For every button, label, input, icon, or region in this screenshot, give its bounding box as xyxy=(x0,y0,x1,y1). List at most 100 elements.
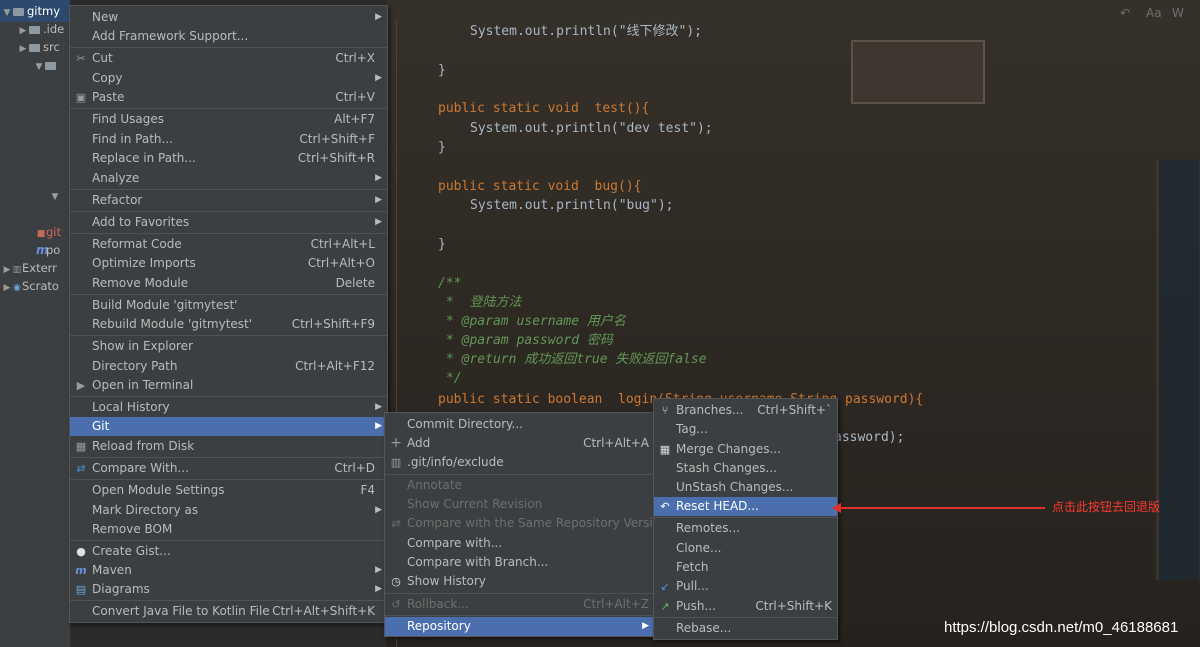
code-comment: * @param password 密码 xyxy=(446,333,613,348)
menu-item-local-history[interactable]: Local History ▶ xyxy=(70,398,387,417)
tree-item-src[interactable]: ▶ src xyxy=(18,38,60,56)
chevron-down-icon[interactable]: ▼ xyxy=(50,188,60,206)
menu-item-open-in-terminal[interactable]: ▶ Open in Terminal xyxy=(70,376,387,395)
menu-item-create-gist[interactable]: ● Create Gist... xyxy=(70,542,387,561)
chevron-right-icon: ▶ xyxy=(375,173,382,183)
menu-item-optimize-imports[interactable]: Optimize Imports Ctrl+Alt+O xyxy=(70,254,387,273)
background-lamp xyxy=(851,40,985,104)
code-line: } xyxy=(438,63,446,78)
menu-item-replace-in-path[interactable]: Replace in Path... Ctrl+Shift+R xyxy=(70,149,387,168)
menu-item-merge-changes[interactable]: ▦ Merge Changes... xyxy=(654,440,837,459)
tree-item-idea[interactable]: ▶ .ide xyxy=(18,20,65,38)
menu-item-copy[interactable]: Copy ▶ xyxy=(70,69,387,88)
menu-item-branches[interactable]: ⑂ Branches... Ctrl+Shift+` xyxy=(654,401,837,420)
menu-item-rebuild-module[interactable]: Rebuild Module 'gitmytest' Ctrl+Shift+F9 xyxy=(70,315,387,334)
chevron-right-icon: ▶ xyxy=(375,421,382,431)
menu-item-add[interactable]: + Add Ctrl+Alt+A xyxy=(385,434,654,453)
terminal-icon: ▶ xyxy=(76,379,86,392)
tree-item-label: Exterr xyxy=(22,261,57,275)
menu-item-show-history[interactable]: ◷ Show History xyxy=(385,572,654,591)
code-line: } xyxy=(438,140,446,155)
menu-item-mark-directory-as[interactable]: Mark Directory as ▶ xyxy=(70,501,387,520)
tree-item-folder[interactable]: ▼ xyxy=(34,56,59,74)
project-tree-panel: ▼ gitmy ▶ .ide ▶ src ▼ ▼ ■git mpo ▶ ▥Exterr … xyxy=(0,0,70,647)
annotation-arrow-line xyxy=(840,507,1045,509)
menu-item-compare-with-branch[interactable]: Compare with Branch... xyxy=(385,553,654,572)
menu-item-rollback[interactable]: ↺ Rollback... Ctrl+Alt+Z xyxy=(385,595,654,614)
editor-toolbar: ↶ Aa W ≡ ▼ xyxy=(1106,6,1200,22)
tree-root[interactable]: ▼ gitmy xyxy=(2,2,60,20)
chevron-right-icon[interactable]: ▶ xyxy=(18,40,28,58)
tree-item-external-libraries[interactable]: ▶ ▥Exterr xyxy=(2,259,57,277)
chevron-down-icon[interactable]: ▼ xyxy=(34,58,44,76)
menu-item-commit-directory[interactable]: Commit Directory... xyxy=(385,415,654,434)
maven-icon: m xyxy=(75,564,87,577)
menu-item-push[interactable]: ↗ Push... Ctrl+Shift+K xyxy=(654,597,837,616)
tree-item-label: po xyxy=(46,243,61,257)
rollback-icon: ↺ xyxy=(391,598,401,611)
merge-icon: ▦ xyxy=(659,443,671,456)
menu-item-build-module[interactable]: Build Module 'gitmytest' xyxy=(70,296,387,315)
menu-item-maven[interactable]: m Maven ▶ xyxy=(70,561,387,580)
menu-item-reload-from-disk[interactable]: ▦ Reload from Disk xyxy=(70,437,387,456)
code-line: public static void test(){ xyxy=(438,101,650,116)
menu-item-directory-path[interactable]: Directory Path Ctrl+Alt+F12 xyxy=(70,357,387,376)
match-case-icon[interactable]: Aa xyxy=(1146,6,1162,20)
menu-item-show-current-revision[interactable]: Show Current Revision xyxy=(385,495,654,514)
menu-item-repository[interactable]: Repository ▶ xyxy=(385,617,654,636)
menu-item-remotes[interactable]: Remotes... xyxy=(654,519,837,538)
scissors-icon: ✂ xyxy=(76,52,86,65)
compare-icon: ⇄ xyxy=(76,462,86,475)
chevron-down-icon[interactable]: ▼ xyxy=(2,4,12,22)
menu-item-add-framework-support[interactable]: Add Framework Support... xyxy=(70,27,387,46)
folder-icon xyxy=(13,8,24,16)
menu-item-remove-module[interactable]: Remove Module Delete xyxy=(70,274,387,293)
menu-item-tag[interactable]: Tag... xyxy=(654,420,837,439)
menu-item-add-to-favorites[interactable]: Add to Favorites ▶ xyxy=(70,213,387,232)
menu-item-compare-with[interactable]: ⇄ Compare With... Ctrl+D xyxy=(70,459,387,478)
menu-item-paste[interactable]: ▣ Paste Ctrl+V xyxy=(70,88,387,107)
menu-item-analyze[interactable]: Analyze ▶ xyxy=(70,169,387,188)
menu-item-git[interactable]: Git ▶ xyxy=(70,417,387,436)
menu-item-show-in-explorer[interactable]: Show in Explorer xyxy=(70,337,387,356)
code-comment: * @param username 用户名 xyxy=(446,314,626,329)
chevron-right-icon: ▶ xyxy=(375,73,382,83)
tree-item-scratches[interactable]: ▶ ◉Scrato xyxy=(2,277,59,295)
tree-root-label: gitmy xyxy=(27,4,61,18)
menu-item-git-info-exclude[interactable]: ▥ .git/info/exclude xyxy=(385,453,654,472)
menu-item-refactor[interactable]: Refactor ▶ xyxy=(70,191,387,210)
folder-icon xyxy=(45,62,56,70)
menu-item-cut[interactable]: ✂ Cut Ctrl+X xyxy=(70,49,387,68)
github-icon: ● xyxy=(76,545,86,558)
menu-item-reformat-code[interactable]: Reformat Code Ctrl+Alt+L xyxy=(70,235,387,254)
menu-item-annotate[interactable]: Annotate xyxy=(385,476,654,495)
menu-item-open-module-settings[interactable]: Open Module Settings F4 xyxy=(70,481,387,500)
plus-icon: + xyxy=(390,435,402,451)
code-line: System.out.println("bug"); xyxy=(470,198,674,213)
tree-item-folder-2[interactable]: ▼ xyxy=(50,186,60,204)
menu-item-find-in-path[interactable]: Find in Path... Ctrl+Shift+F xyxy=(70,130,387,149)
menu-item-remove-bom[interactable]: Remove BOM xyxy=(70,520,387,539)
menu-item-convert-java-to-kotlin[interactable]: Convert Java File to Kotlin File Ctrl+Alt… xyxy=(70,602,387,621)
menu-item-stash-changes[interactable]: Stash Changes... xyxy=(654,459,837,478)
menu-item-diagrams[interactable]: ▤ Diagrams ▶ xyxy=(70,580,387,599)
menu-item-compare-same-repository-version[interactable]: ⇄ Compare with the Same Repository Versio… xyxy=(385,514,667,533)
menu-item-fetch[interactable]: Fetch xyxy=(654,558,837,577)
tree-item-label: src xyxy=(43,40,60,54)
menu-item-clone[interactable]: Clone... xyxy=(654,539,837,558)
menu-item-unstash-changes[interactable]: UnStash Changes... xyxy=(654,478,837,497)
menu-item-compare-with[interactable]: Compare with... xyxy=(385,534,654,553)
menu-item-reset-head[interactable]: ↶ Reset HEAD... xyxy=(654,497,837,516)
tree-item-git[interactable]: ■git xyxy=(36,223,61,241)
chevron-right-icon[interactable]: ▶ xyxy=(2,279,12,297)
menu-item-pull[interactable]: ↙ Pull... xyxy=(654,577,837,596)
menu-item-rebase[interactable]: Rebase... xyxy=(654,619,837,638)
menu-item-find-usages[interactable]: Find Usages Alt+F7 xyxy=(70,110,387,129)
tree-item-pom[interactable]: mpo xyxy=(36,241,60,259)
code-line: System.out.println("dev test"); xyxy=(470,121,713,136)
menu-item-new[interactable]: New ▶ xyxy=(70,8,387,27)
words-icon[interactable]: W xyxy=(1172,6,1184,20)
watermark: https://blog.csdn.net/m0_46188681 xyxy=(944,619,1179,636)
background-shelf xyxy=(1156,160,1200,580)
undo-icon[interactable]: ↶ xyxy=(1120,6,1130,20)
